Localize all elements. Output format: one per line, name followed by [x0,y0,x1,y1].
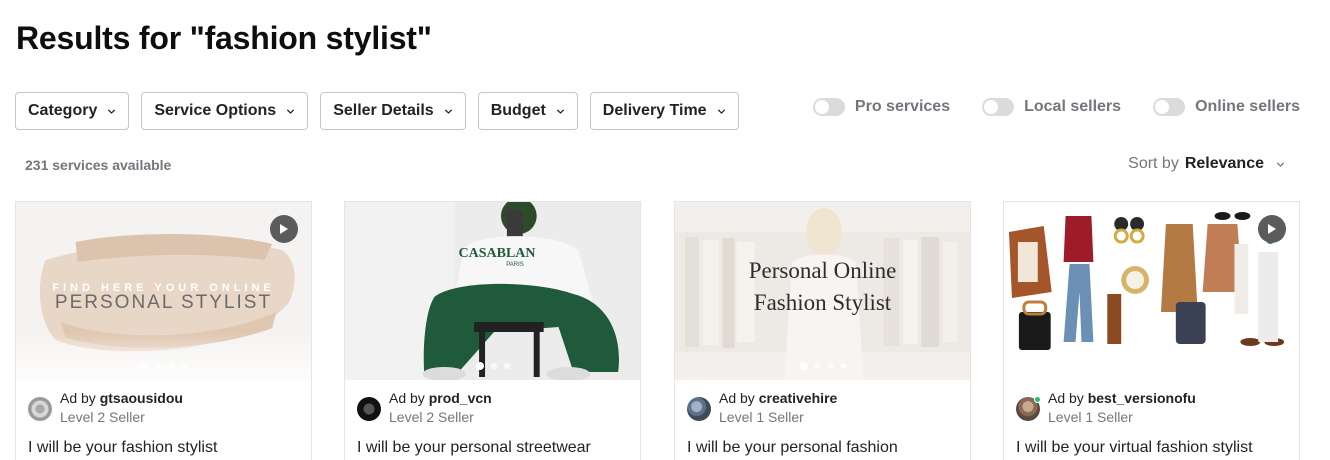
sort-prefix: Sort by [1128,155,1179,172]
seller-level: Level 2 Seller [60,409,145,425]
toggle-group: Pro services Local sellers Online seller… [812,98,1300,116]
online-indicator [1034,396,1041,403]
filter-bar: Category Service Options Seller Details … [15,92,739,130]
online-sellers-label: Online sellers [1195,98,1300,115]
seller-info: Ad by best_versionofu Level 1 Seller [1016,389,1196,427]
toggle-local-sellers[interactable]: Local sellers [982,98,1121,116]
toggle-pro-services[interactable]: Pro services [812,98,951,116]
carousel-dot[interactable] [814,363,820,369]
gig-thumbnail[interactable]: Personal Online Fashion Stylist [675,202,970,380]
filter-delivery-time-label: Delivery Time [602,102,707,119]
ad-prefix: Ad by [1048,390,1084,406]
ad-prefix: Ad by [719,390,755,406]
filter-delivery-time[interactable]: Delivery Time [589,92,739,130]
chevron-down-icon [108,108,116,114]
filter-budget-label: Budget [490,102,546,119]
filter-category-label: Category [28,102,98,119]
filter-budget[interactable]: Budget [477,92,578,130]
avatar[interactable] [28,397,52,421]
local-sellers-label: Local sellers [1024,98,1122,115]
seller-level: Level 1 Seller [719,409,804,425]
carousel-dot[interactable] [490,363,497,369]
streetwear-photo [345,202,640,380]
gig-card[interactable]: FIND HERE YOUR ONLINE PERSONAL STYLIST A… [15,201,312,460]
play-icon[interactable] [1258,215,1286,243]
avatar[interactable] [687,397,711,421]
online-sellers-switch[interactable] [1153,98,1186,116]
carousel-dots [1128,362,1175,370]
carousel-dots [475,362,510,370]
gig-thumbnail[interactable] [1004,202,1299,380]
gig-title[interactable]: I will be your fashion stylist [28,439,217,457]
carousel-dot[interactable] [1128,362,1136,370]
seller-info: Ad by gtsaousidou Level 2 Seller [28,389,183,427]
carousel-dot[interactable] [1156,363,1162,369]
carousel-dots [799,362,846,370]
seller-level: Level 1 Seller [1048,409,1133,425]
gig-title[interactable]: I will be your personal fashion [687,439,898,457]
gig-title[interactable]: I will be your virtual fashion stylist [1016,439,1253,457]
gig-title[interactable]: I will be your personal streetwear [357,439,591,457]
chevron-down-icon [1276,161,1285,167]
ad-prefix: Ad by [60,390,96,406]
gig-card[interactable]: Ad by best_versionofu Level 1 Seller I w… [1003,201,1300,460]
outfit-collage-image [1004,202,1299,380]
carousel-dot[interactable] [475,362,484,370]
filter-category[interactable]: Category [15,92,130,130]
filter-service-options-label: Service Options [154,102,277,119]
chevron-down-icon [556,108,564,114]
carousel-dots [140,362,187,370]
thumb-caption-line2: Fashion Stylist [753,290,892,315]
thumb-caption-line1: Personal Online [748,258,897,283]
pro-services-switch[interactable] [812,98,845,116]
carousel-dot[interactable] [181,363,187,369]
chevron-down-icon [287,108,295,114]
seller-name[interactable]: gtsaousidou [100,390,183,406]
seller-name[interactable]: prod_vcn [429,390,492,406]
sort-value: Relevance [1184,155,1264,172]
sort-dropdown[interactable]: Sort by Relevance [1128,155,1285,173]
carousel-dot[interactable] [168,363,174,369]
carousel-dot[interactable] [1143,363,1149,369]
carousel-dot[interactable] [140,362,148,370]
chevron-down-icon [444,108,452,114]
carousel-dot[interactable] [155,363,161,369]
gig-card[interactable]: CASABLAN PARIS Ad by prod_vcn Level 2 Se… [344,201,641,460]
carousel-dot[interactable] [827,363,833,369]
shirt-print-subtext: PARIS [506,262,524,268]
avatar[interactable] [357,397,381,421]
filter-seller-details-label: Seller Details [333,102,434,119]
seller-name[interactable]: creativehire [759,390,838,406]
carousel-dot[interactable] [840,363,846,369]
play-icon[interactable] [270,215,298,243]
chevron-down-icon [717,108,725,114]
results-count: 231 services available [25,157,172,173]
pro-services-label: Pro services [854,98,951,115]
avatar[interactable] [1016,396,1041,421]
gig-thumbnail[interactable]: FIND HERE YOUR ONLINE PERSONAL STYLIST [16,202,311,380]
seller-level: Level 2 Seller [389,409,474,425]
seller-info: Ad by prod_vcn Level 2 Seller [357,389,492,427]
carousel-dot[interactable] [799,362,807,370]
toggle-online-sellers[interactable]: Online sellers [1153,98,1300,116]
shirt-print-text: CASABLAN [458,246,536,261]
seller-name[interactable]: best_versionofu [1088,390,1196,406]
seller-info: Ad by creativehire Level 1 Seller [687,389,837,427]
filter-service-options[interactable]: Service Options [141,92,309,130]
filter-seller-details[interactable]: Seller Details [320,92,466,130]
page-title: Results for "fashion stylist" [16,20,432,56]
thumb-caption-large: PERSONAL STYLIST [54,292,273,313]
ad-prefix: Ad by [389,390,425,406]
local-sellers-switch[interactable] [982,98,1015,116]
gig-card[interactable]: Personal Online Fashion Stylist Ad by cr… [674,201,971,460]
gig-thumbnail[interactable]: CASABLAN PARIS [345,202,640,380]
carousel-dot[interactable] [1169,363,1175,369]
carousel-dot[interactable] [503,363,510,369]
